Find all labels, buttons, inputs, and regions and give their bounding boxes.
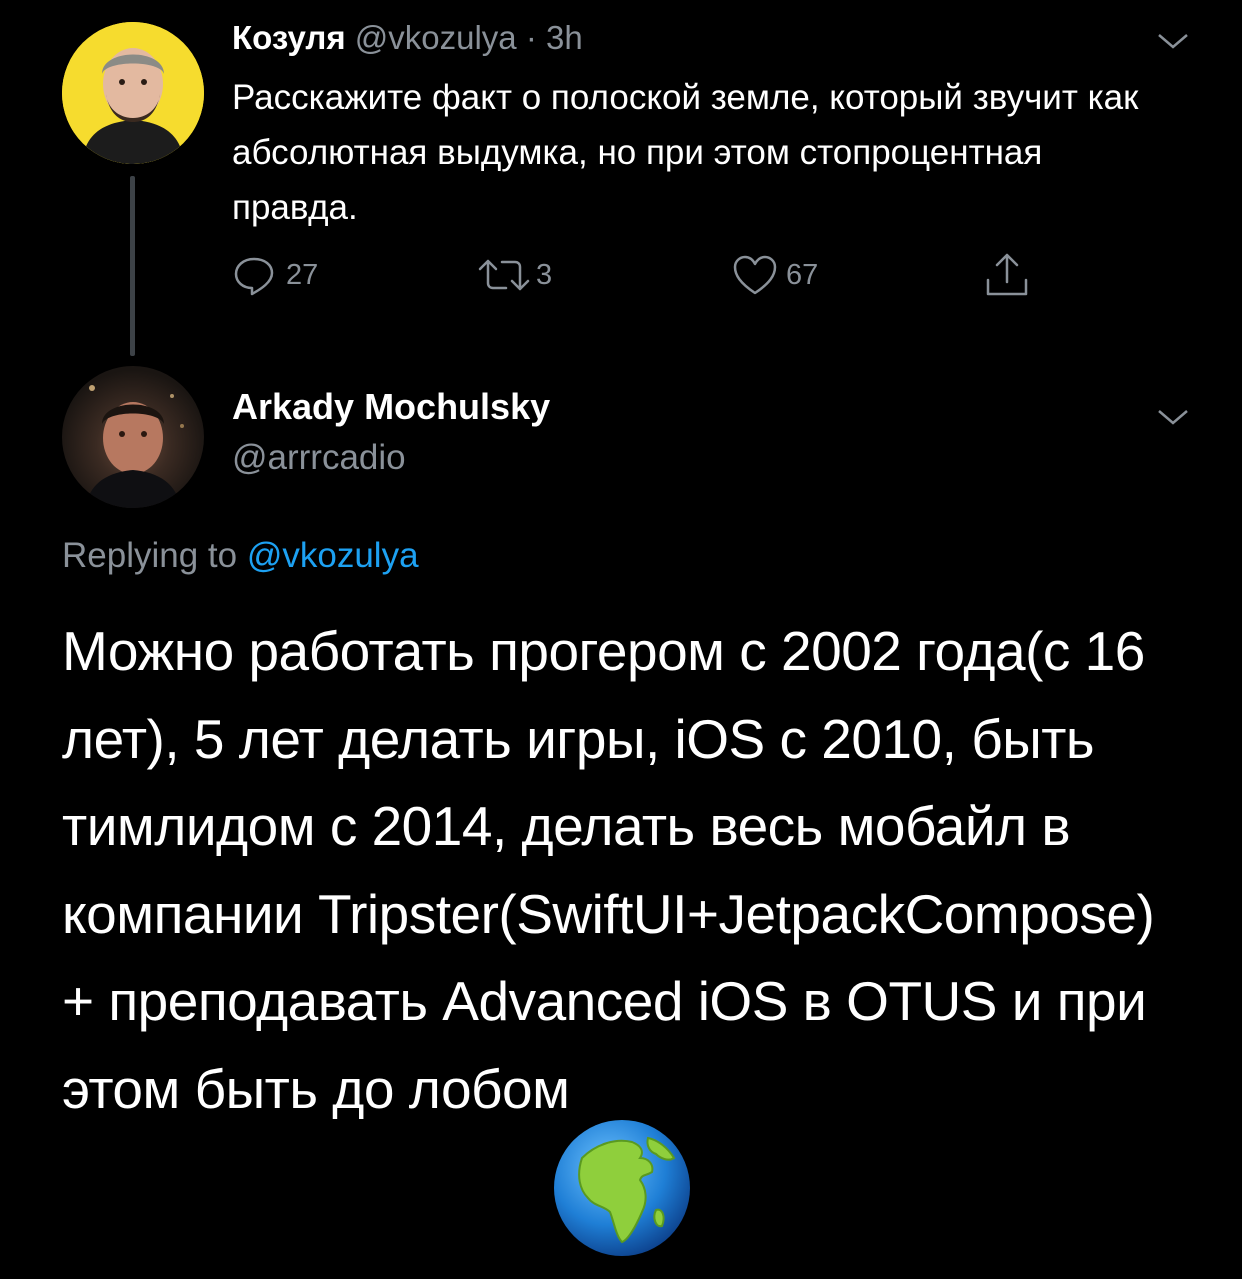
reply-count: 27 [286,258,319,291]
author-name[interactable]: Arkady Mochulsky [232,386,550,428]
replying-to: Replying to @vkozulya [62,536,419,576]
avatar-portrait [62,22,204,164]
globe-emoji-icon [554,1120,690,1256]
replying-mention-link[interactable]: @vkozulya [247,536,419,575]
thread-connector-line [130,176,135,356]
author-handle[interactable]: @vkozulya [355,19,517,56]
avatar-kozulya[interactable] [62,22,204,164]
avatar-arrrcadio[interactable] [62,366,204,508]
share-button[interactable] [984,250,1030,300]
reply-icon [234,257,274,296]
author-handle[interactable]: @arrrcadio [232,438,406,478]
replying-prefix: Replying to [62,536,238,575]
tweet-time: · 3h [525,19,583,56]
chevron-down-icon[interactable] [1156,406,1190,428]
retweet-icon [478,259,530,291]
retweet-button[interactable]: 3 [476,250,552,300]
like-count: 67 [786,258,819,291]
author-name[interactable]: Козуля [232,19,346,56]
reply-button[interactable]: 27 [232,250,318,300]
tweet-header: Козуля @vkozulya · 3h [232,18,583,58]
tweet-text: Можно работать прогером с 2002 года(с 16… [62,620,1155,1120]
like-button[interactable]: 67 [732,250,818,300]
tweet-actions: 27 3 67 [232,250,1052,300]
heart-icon [733,255,777,295]
share-icon [986,253,1028,296]
retweet-count: 3 [536,258,553,291]
chevron-down-icon[interactable] [1156,30,1190,52]
avatar-portrait [86,385,184,508]
tweet-text: Расскажите факт о полоской земле, которы… [232,78,1139,227]
